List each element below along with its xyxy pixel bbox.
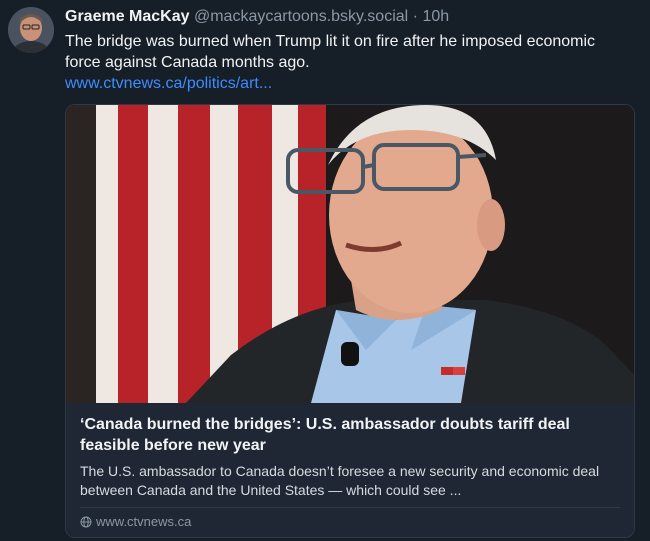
card-title[interactable]: ‘Canada burned the bridges’: U.S. ambass…: [80, 414, 620, 456]
post-time[interactable]: 10h: [422, 8, 449, 25]
author-handle[interactable]: @mackaycartoons.bsky.social: [194, 8, 408, 25]
separator-dot: ·: [412, 8, 418, 25]
avatar[interactable]: [8, 7, 54, 53]
post-header: Graeme MacKay @mackaycartoons.bsky.socia…: [65, 7, 449, 27]
card-domain: www.ctvnews.ca: [96, 514, 192, 529]
avatar-image: [8, 7, 54, 53]
card-divider: [80, 507, 620, 508]
author-name[interactable]: Graeme MacKay: [65, 8, 190, 25]
post-text: The bridge was burned when Trump lit it …: [65, 33, 596, 71]
card-thumbnail-image: [66, 105, 634, 403]
globe-icon: [80, 516, 92, 528]
post-link[interactable]: www.ctvnews.ca/politics/art...: [65, 73, 635, 94]
card-domain-row: www.ctvnews.ca: [80, 514, 191, 530]
link-preview-card[interactable]: ‘Canada burned the bridges’: U.S. ambass…: [65, 104, 635, 538]
card-description: The U.S. ambassador to Canada doesn’t fo…: [80, 463, 600, 498]
post: Graeme MacKay @mackaycartoons.bsky.socia…: [0, 0, 650, 541]
post-text-block: The bridge was burned when Trump lit it …: [65, 31, 635, 94]
card-info: ‘Canada burned the bridges’: U.S. ambass…: [66, 403, 634, 537]
